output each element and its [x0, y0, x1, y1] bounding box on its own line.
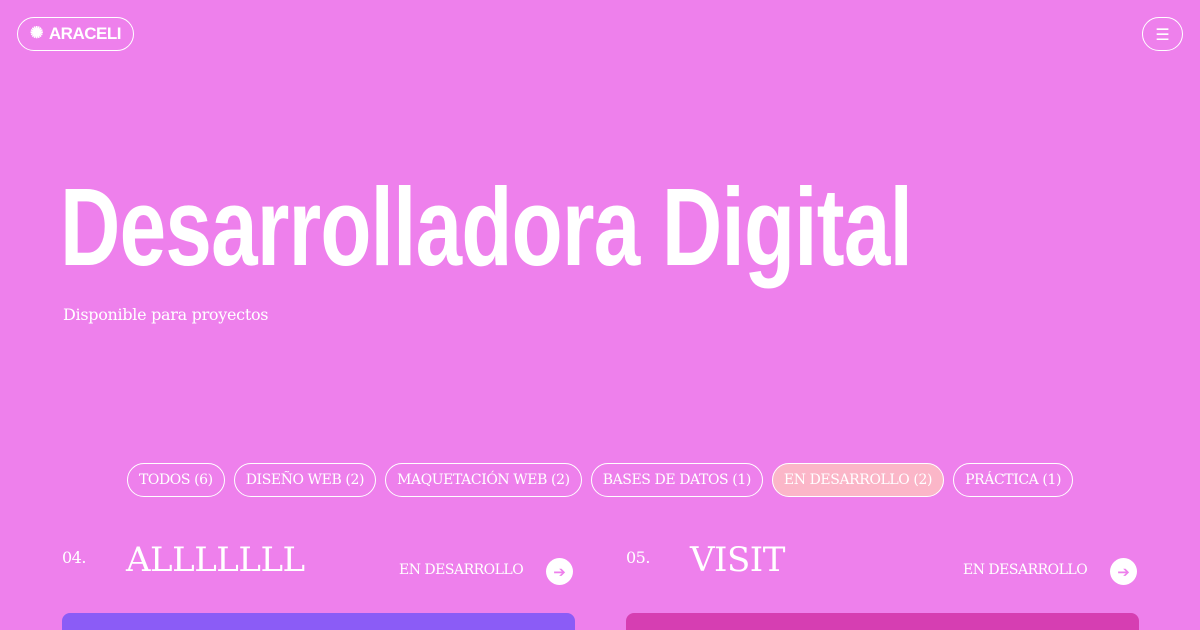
filter-web-design[interactable]: DISEÑO WEB (2)	[233, 463, 377, 497]
logo-button[interactable]: ✺ ARACELI	[17, 17, 134, 51]
sun-icon: ✺	[30, 25, 43, 42]
project-name: VISIT	[690, 540, 785, 580]
filter-bar: TODOS (6) DISEÑO WEB (2) MAQUETACIÓN WEB…	[0, 463, 1200, 497]
filter-in-development[interactable]: EN DESARROLLO (2)	[771, 463, 945, 497]
hero-title: Desarrolladora Digital	[60, 166, 913, 289]
filter-databases[interactable]: BASES DE DATOS (1)	[590, 463, 763, 497]
filter-practice[interactable]: PRÁCTICA (1)	[953, 463, 1074, 497]
project-name: ALLLLLLL	[126, 540, 305, 580]
menu-button[interactable]: ☰	[1142, 17, 1183, 51]
project-status: EN DESARROLLO	[963, 562, 1088, 578]
project-number: 04.	[62, 548, 86, 567]
hero-subtitle: Disponible para proyectos	[63, 305, 269, 324]
filter-all[interactable]: TODOS (6)	[126, 463, 225, 497]
project-thumbnail[interactable]	[626, 613, 1139, 630]
menu-icon: ☰	[1155, 24, 1170, 44]
arrow-right-icon[interactable]: ➔	[546, 558, 573, 585]
arrow-right-icon[interactable]: ➔	[1110, 558, 1137, 585]
project-thumbnail[interactable]	[62, 613, 575, 630]
project-status: EN DESARROLLO	[399, 562, 524, 578]
project-number: 05.	[626, 548, 650, 567]
logo-text: ARACELI	[48, 24, 122, 43]
filter-web-layout[interactable]: MAQUETACIÓN WEB (2)	[385, 463, 582, 497]
